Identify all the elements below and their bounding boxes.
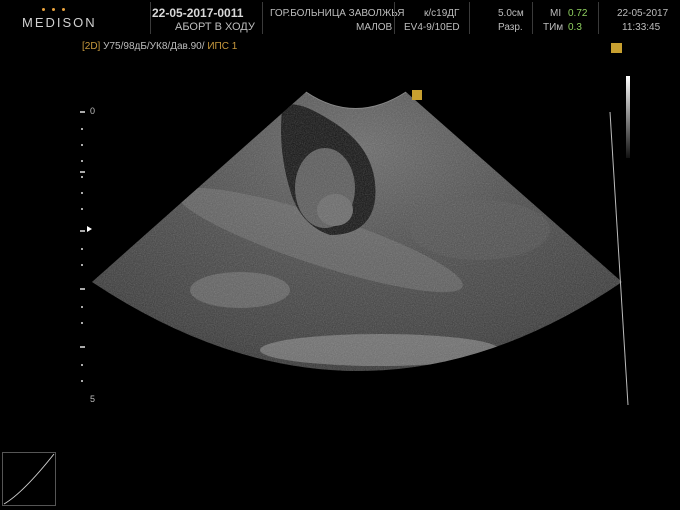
grayscale-bar xyxy=(626,76,630,158)
depth-bottom-label: 5 xyxy=(90,394,96,404)
ultrasound-image xyxy=(92,91,629,406)
depth-scale xyxy=(78,108,92,408)
depth-top-label: 0 xyxy=(90,106,96,116)
gamma-curve xyxy=(2,452,56,506)
orientation-marker xyxy=(412,90,422,100)
